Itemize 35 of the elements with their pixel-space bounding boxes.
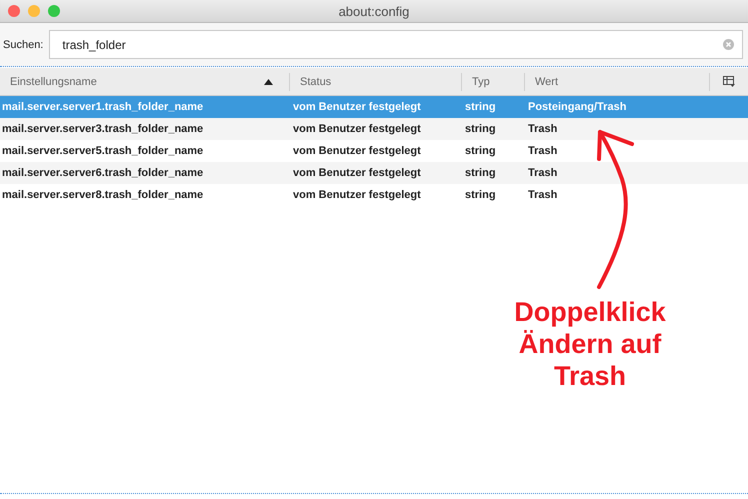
table-cell-text: string [464, 189, 497, 201]
table-cell-text: mail.server.server5.trash_folder_name [1, 145, 204, 157]
table-cell-text: string [464, 145, 497, 157]
column-header[interactable]: Status [290, 72, 462, 90]
table-cell-text: vom Benutzer festgelegt [292, 189, 422, 201]
search-field[interactable]: trash_folder [49, 30, 743, 59]
table-cell-text: mail.server.server8.trash_folder_name [1, 189, 204, 201]
window-title: about:config [338, 4, 410, 18]
table-cell-text: string [464, 123, 497, 135]
close-icon[interactable] [8, 5, 20, 17]
table-cell-text: vom Benutzer festgelegt [292, 123, 422, 135]
column-header[interactable]: Wert [525, 72, 710, 90]
table-cell-text: vom Benutzer festgelegt [292, 145, 422, 157]
table-cell-text: Trash [527, 145, 558, 157]
table-cell-text: mail.server.server3.trash_folder_name [1, 123, 204, 135]
table-cell-text: string [464, 167, 497, 179]
table-row[interactable]: mail.server.server6.trash_folder_name vom Benutzer festgelegt string Trash [0, 162, 748, 184]
search-label: Suchen: [3, 38, 44, 50]
clear-icon[interactable] [723, 39, 734, 50]
table-cell-text: Trash [527, 123, 558, 135]
annotation-text: Doppelklick Ändern auf Trash [513, 296, 667, 392]
table-row[interactable]: mail.server.server3.trash_folder_name vom Benutzer festgelegt string Trash [0, 118, 748, 140]
column-picker-icon[interactable] [723, 76, 735, 87]
table-cell-text: mail.server.server6.trash_folder_name [1, 167, 204, 179]
table-cell-text: vom Benutzer festgelegt [292, 167, 422, 179]
table-cell-text: mail.server.server1.trash_folder_name [1, 101, 204, 113]
minimize-icon[interactable] [28, 5, 40, 17]
table-cell-text: vom Benutzer festgelegt [292, 101, 422, 113]
column-header[interactable]: Einstellungsname [0, 72, 290, 90]
table-cell-text: Trash [527, 167, 558, 179]
table-cell-text: string [464, 101, 497, 113]
column-header[interactable]: Typ [462, 72, 525, 90]
table-cell-text: Trash [527, 189, 558, 201]
zoom-icon[interactable] [48, 5, 60, 17]
table-cell-text: Posteingang/Trash [527, 101, 628, 113]
